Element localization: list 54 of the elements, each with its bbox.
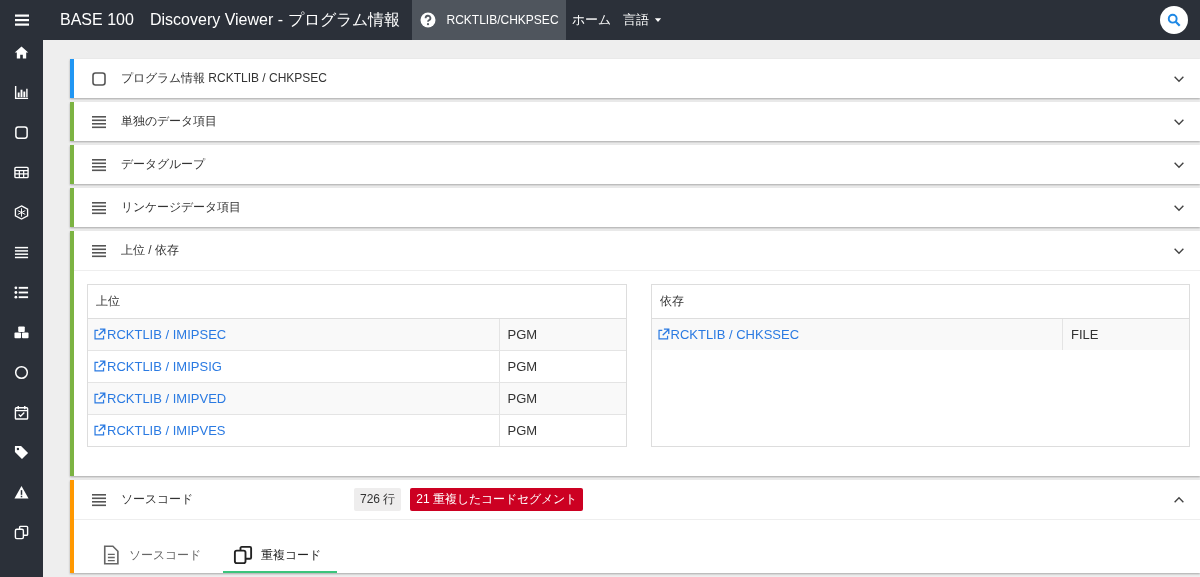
item-link[interactable]: RCKTLIB / IMIPSEC xyxy=(93,327,227,342)
lines-icon[interactable] xyxy=(14,245,29,260)
search-icon xyxy=(1167,13,1181,27)
lines-icon xyxy=(91,156,107,173)
lines-icon xyxy=(91,199,107,216)
external-link-icon xyxy=(656,328,670,341)
copy-icon[interactable] xyxy=(14,525,29,540)
home-icon[interactable] xyxy=(14,45,29,60)
menu-icon[interactable] xyxy=(13,12,30,28)
calendar-check-icon[interactable] xyxy=(14,405,29,420)
external-link-icon xyxy=(93,360,106,373)
tab[interactable]: ソースコード xyxy=(99,545,215,573)
panel-title: プログラム情報 RCKTLIB / CHKPSEC xyxy=(121,70,329,87)
document-icon xyxy=(101,545,121,565)
count-badge: 726 行 xyxy=(354,488,402,511)
external-link-icon xyxy=(93,424,106,437)
brand-name: BASE 100 xyxy=(60,11,135,29)
alert-badge: 21 重複したコードセグメント xyxy=(410,488,584,511)
item-link[interactable]: RCKTLIB / IMIPSIG xyxy=(93,359,222,374)
warning-icon[interactable] xyxy=(14,485,29,500)
copy-icon xyxy=(233,545,253,565)
square-icon[interactable] xyxy=(14,125,29,140)
panel-title: 単独のデータ項目 xyxy=(121,113,218,130)
lines-icon xyxy=(91,242,107,259)
lines-icon xyxy=(91,491,107,508)
circle-icon[interactable] xyxy=(14,365,29,380)
table-cell: PGM xyxy=(498,319,626,350)
cubes-icon[interactable] xyxy=(14,325,29,340)
nav-link[interactable]: RCKTLIB/CHKPSEC xyxy=(411,0,566,40)
square-icon xyxy=(91,70,107,87)
item-link[interactable]: RCKTLIB / CHKSSEC xyxy=(656,327,800,342)
external-link-icon xyxy=(93,392,106,405)
tab[interactable]: 重複コード xyxy=(223,545,337,573)
panel-title: リンケージデータ項目 xyxy=(121,199,242,216)
nav-link[interactable]: ホーム xyxy=(565,0,617,40)
help-icon xyxy=(419,12,436,28)
table-icon[interactable] xyxy=(14,165,29,180)
tag-icon[interactable] xyxy=(14,445,29,460)
panel-title: ソースコード xyxy=(121,491,194,508)
table-cell: PGM xyxy=(498,383,626,414)
panel-title: 上位 / 依存 xyxy=(121,242,180,259)
list-icon[interactable] xyxy=(14,285,29,300)
lines-icon xyxy=(91,113,107,130)
page-title: Discovery Viewer - プログラム情報 xyxy=(150,9,400,30)
panel-title: データグループ xyxy=(121,156,207,173)
nav-link[interactable]: 言語 xyxy=(616,0,669,40)
hexagon-icon[interactable] xyxy=(14,205,29,220)
item-link[interactable]: RCKTLIB / IMIPVES xyxy=(93,423,226,438)
item-link[interactable]: RCKTLIB / IMIPVED xyxy=(93,391,227,406)
table-cell: FILE xyxy=(1062,319,1189,350)
bar-chart-icon[interactable] xyxy=(14,85,29,100)
search-button[interactable] xyxy=(1160,6,1188,34)
external-link-icon xyxy=(93,328,106,341)
table-cell: PGM xyxy=(498,415,626,446)
